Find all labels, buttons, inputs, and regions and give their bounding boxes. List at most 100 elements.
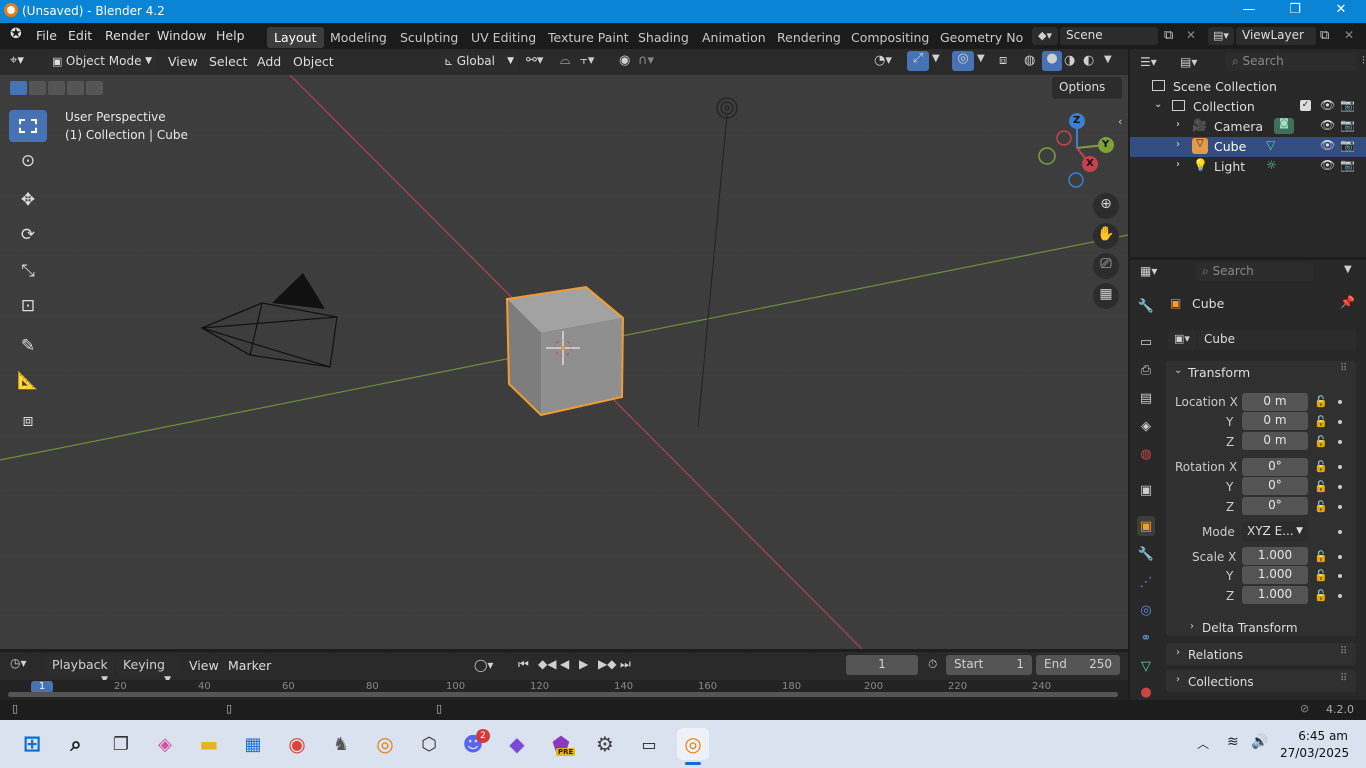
timeline-view-menu[interactable]: View <box>189 658 219 673</box>
outliner-item-camera[interactable]: › 🎥 Camera ◙ 👁 📷 <box>1130 117 1366 137</box>
delta-transform-header[interactable]: Delta Transform <box>1202 621 1298 635</box>
transform-tool-icon[interactable]: ⊡ <box>9 290 47 322</box>
select-box-icon[interactable] <box>9 110 47 142</box>
xray-toggle-icon[interactable]: ⧈ <box>999 53 1007 68</box>
select-subtract-icon[interactable] <box>48 81 65 95</box>
mesh-data-icon[interactable]: ▽ <box>1266 138 1275 152</box>
physics-tab-icon[interactable]: ◎ <box>1137 600 1155 620</box>
eye-icon[interactable]: 👁 <box>1320 118 1335 132</box>
scale-z-field[interactable]: 1.000 <box>1242 586 1308 604</box>
select-extend-icon[interactable] <box>29 81 46 95</box>
shading-dropdown-icon[interactable]: ▼ <box>1104 54 1112 65</box>
eye-icon[interactable]: 👁 <box>1320 98 1335 112</box>
location-z-field[interactable]: 0 m <box>1242 432 1308 450</box>
scene-name-field[interactable]: Scene <box>1060 27 1158 45</box>
collection-row[interactable]: ⌄ Collection ✓ 👁 📷 <box>1130 97 1366 117</box>
expand-chevron-icon[interactable]: › <box>1176 139 1180 150</box>
lock-icon[interactable]: 🔓 <box>1314 500 1328 513</box>
lock-icon[interactable]: 🔓 <box>1314 415 1328 428</box>
transform-chevron-icon[interactable]: ⌄ <box>1174 365 1182 376</box>
overlay-dropdown-icon[interactable]: ▼ <box>977 53 985 64</box>
task-view-icon[interactable]: ❐ <box>105 728 137 760</box>
render-camera-icon[interactable]: 📷 <box>1340 138 1355 152</box>
select-new-icon[interactable] <box>10 81 27 95</box>
playback-menu[interactable]: Playback▼ <box>46 655 114 685</box>
keyframe-dot-icon[interactable] <box>1338 485 1342 489</box>
drag-handle-icon[interactable]: ⠿ <box>1340 363 1347 374</box>
current-frame-field[interactable]: 1 <box>846 655 918 675</box>
perspective-toggle-icon[interactable]: ▦ <box>1093 283 1119 309</box>
properties-search-field[interactable]: ⌕ Search <box>1196 263 1314 281</box>
datablock-selector-icon[interactable]: ▣▾ <box>1168 330 1196 350</box>
snap-icon[interactable]: ⌓ <box>560 53 570 68</box>
scene-tab-icon[interactable]: ◈ <box>1137 416 1155 436</box>
options-button[interactable]: Options <box>1052 77 1122 99</box>
lock-icon[interactable]: 🔓 <box>1314 460 1328 473</box>
viewlayer-name-field[interactable]: ViewLayer <box>1236 27 1316 45</box>
menu-select[interactable]: Select <box>209 54 248 69</box>
mode-dropdown[interactable]: ▣ Object Mode ▼ <box>48 52 156 72</box>
file-explorer-icon[interactable]: ▬ <box>193 728 225 760</box>
constraints-tab-icon[interactable]: ⚭ <box>1137 628 1155 648</box>
cursor-tool-icon[interactable]: ⊙ <box>9 145 47 177</box>
sidebar-toggle-icon[interactable]: ‹ <box>1118 115 1122 128</box>
location-x-field[interactable]: 0 m <box>1242 393 1308 411</box>
material-tab-icon[interactable]: ● <box>1137 682 1155 702</box>
blender-active-icon[interactable]: ◎ <box>677 728 709 760</box>
keyframe-dot-icon[interactable] <box>1338 574 1342 578</box>
jump-end-icon[interactable]: ⏭ <box>620 657 631 672</box>
gizmo-dropdown-icon[interactable]: ▼ <box>932 53 940 64</box>
pin-icon[interactable]: 📌 <box>1340 295 1355 309</box>
rotation-y-field[interactable]: 0° <box>1242 477 1308 495</box>
output-tab-icon[interactable]: ⎙ <box>1137 360 1155 380</box>
store-icon[interactable]: ▦ <box>237 728 269 760</box>
tab-compositing[interactable]: Compositing <box>844 27 936 48</box>
gizmo-z-label[interactable]: Z <box>1073 115 1080 126</box>
volume-icon[interactable]: 🔊 <box>1251 734 1268 750</box>
modifier-tab-icon[interactable]: 🔧 <box>1137 544 1155 564</box>
menu-window[interactable]: Window <box>157 28 206 43</box>
keyframe-dot-icon[interactable] <box>1338 530 1342 534</box>
remove-viewlayer-icon[interactable]: ✕ <box>1344 28 1354 42</box>
next-keyframe-icon[interactable]: ▶◆ <box>598 657 616 671</box>
render-tab-icon[interactable]: ▭ <box>1137 332 1155 352</box>
menu-object[interactable]: Object <box>293 54 334 69</box>
lock-icon[interactable]: 🔓 <box>1314 480 1328 493</box>
eye-icon[interactable]: 👁 <box>1320 138 1335 152</box>
wifi-icon[interactable]: ≋ <box>1227 734 1239 750</box>
snap-settings-icon[interactable]: ⫟▾ <box>580 53 594 68</box>
expand-chevron-icon[interactable]: › <box>1176 159 1180 170</box>
copilot-icon[interactable]: ◈ <box>149 728 181 760</box>
outliner-item-cube[interactable]: › ▽ Cube ▽ 👁 📷 <box>1130 137 1366 157</box>
outliner-item-light[interactable]: › 💡 Light ☼ 👁 📷 <box>1130 157 1366 177</box>
menu-view[interactable]: View <box>168 54 198 69</box>
menu-add[interactable]: Add <box>257 54 281 69</box>
lock-icon[interactable]: 🔓 <box>1314 569 1328 582</box>
scale-tool-icon[interactable]: ⤡ <box>9 255 47 287</box>
falloff-icon[interactable]: ∩▾ <box>638 53 654 68</box>
stopwatch-icon[interactable]: ⏱ <box>928 657 937 672</box>
frame-ruler[interactable]: 1 20 40 60 80 100 120 140 160 180 200 22… <box>0 680 1128 700</box>
unity-icon[interactable]: ⬡ <box>413 728 445 760</box>
menu-file[interactable]: File <box>36 28 57 43</box>
remove-scene-icon[interactable]: ✕ <box>1186 28 1196 42</box>
windows-start-icon[interactable]: ⊞ <box>16 728 48 760</box>
timeline-marker-menu[interactable]: Marker <box>228 658 271 673</box>
keyframe-dot-icon[interactable] <box>1338 400 1342 404</box>
tab-layout[interactable]: Layout <box>267 27 324 48</box>
select-invert-icon[interactable] <box>67 81 84 95</box>
add-cube-tool-icon[interactable]: ⧈ <box>9 405 47 437</box>
collection-tab-icon[interactable]: ▣ <box>1137 480 1155 500</box>
exclude-checkbox-icon[interactable]: ✓ <box>1300 100 1311 111</box>
clock-time[interactable]: 6:45 am <box>1296 729 1348 743</box>
view-layer-tab-icon[interactable]: ▤ <box>1137 388 1155 408</box>
annotate-tool-icon[interactable]: ✎ <box>9 330 47 362</box>
properties-options-icon[interactable]: ▼ <box>1344 264 1352 275</box>
keyframe-dot-icon[interactable] <box>1338 505 1342 509</box>
tab-modeling[interactable]: Modeling <box>323 27 394 48</box>
scene-selector-icon[interactable]: ◆▾ <box>1032 27 1058 45</box>
timeline-scrollbar[interactable] <box>8 692 1118 697</box>
tab-geometry-nodes[interactable]: Geometry Node <box>933 27 1023 48</box>
world-tab-icon[interactable]: ◍ <box>1137 444 1155 464</box>
scene-collection-row[interactable]: Scene Collection <box>1130 77 1366 97</box>
